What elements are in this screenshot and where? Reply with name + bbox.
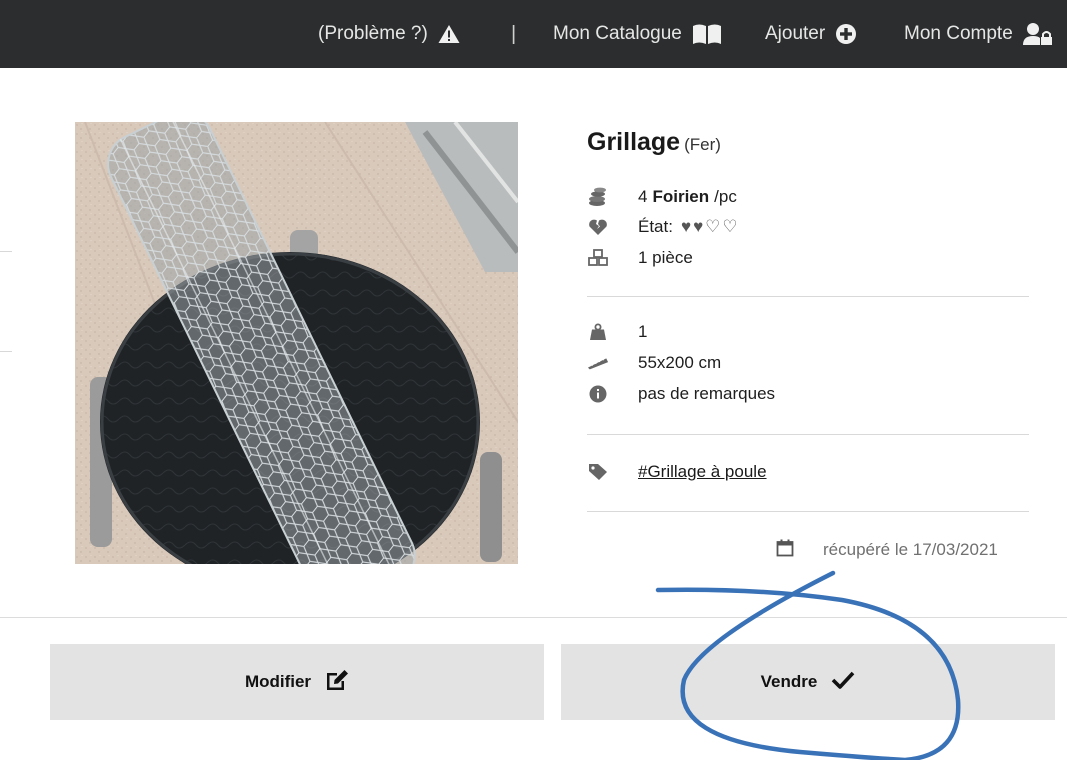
info-icon <box>587 384 609 404</box>
catalogue-link[interactable]: Mon Catalogue <box>553 0 722 68</box>
warning-icon <box>438 24 460 44</box>
top-navigation-bar: (Problème ?) | Mon Catalogue Ajouter Mon… <box>0 0 1067 68</box>
price-amount: 4 <box>638 187 648 206</box>
book-icon <box>692 23 722 45</box>
catalogue-label: Mon Catalogue <box>553 23 682 44</box>
heart-broken-icon <box>587 217 609 237</box>
edit-icon <box>325 669 349 696</box>
remarks-row: pas de remarques <box>587 382 775 406</box>
coins-icon <box>587 187 609 207</box>
price-row: 4 Foirien /pc <box>587 185 737 209</box>
sell-label: Vendre <box>760 672 818 691</box>
page-divider <box>0 617 1067 618</box>
heart-empty-icon: ♡ <box>722 217 738 236</box>
problem-label: (Problème ?) <box>318 23 428 44</box>
dimensions-row: 55x200 cm <box>587 351 721 375</box>
product-material: (Fer) <box>684 135 721 154</box>
sell-button[interactable]: Vendre <box>561 644 1055 720</box>
condition-label: État: <box>638 217 673 236</box>
recovered-date: récupéré le 17/03/2021 <box>823 540 998 559</box>
check-icon <box>831 671 855 694</box>
section-divider <box>587 434 1029 435</box>
dimensions-value: 55x200 cm <box>638 353 722 372</box>
add-label: Ajouter <box>765 23 826 44</box>
add-link[interactable]: Ajouter <box>765 0 857 68</box>
nav-separator: | <box>511 22 517 45</box>
heart-empty-icon: ♡ <box>705 217 721 236</box>
cubes-icon <box>587 248 609 268</box>
quantity-value: 1 pièce <box>638 248 693 267</box>
account-label: Mon Compte <box>904 23 1013 44</box>
section-divider <box>587 511 1029 512</box>
remarks-value: pas de remarques <box>638 384 776 403</box>
user-lock-icon <box>1022 22 1053 46</box>
weight-row: 1 <box>587 320 647 344</box>
account-link[interactable]: Mon Compte <box>904 0 1053 68</box>
problem-report-link[interactable]: (Problème ?) <box>318 0 460 68</box>
product-name: Grillage <box>587 128 681 156</box>
left-panel-divider <box>0 251 12 252</box>
product-photo <box>75 122 518 564</box>
condition-rating: ♥ ♥ ♡ ♡ <box>681 217 738 237</box>
price-unit: /pc <box>714 187 737 206</box>
plus-circle-icon <box>835 23 857 45</box>
section-divider <box>587 296 1029 297</box>
product-title: Grillage (Fer) <box>587 128 721 157</box>
recovered-date-row: récupéré le 17/03/2021 <box>776 538 998 562</box>
modify-button[interactable]: Modifier <box>50 644 544 720</box>
modify-label: Modifier <box>244 672 312 691</box>
tag-icon <box>587 462 609 482</box>
heart-full-icon: ♥ <box>680 217 692 236</box>
tag-link[interactable]: #Grillage à poule <box>638 462 767 482</box>
left-panel-divider <box>0 351 12 352</box>
quantity-row: 1 pièce <box>587 246 693 270</box>
price-currency: Foirien <box>652 187 710 206</box>
weight-icon <box>587 322 609 342</box>
weight-value: 1 <box>638 322 648 341</box>
condition-row: État: ♥ ♥ ♡ ♡ <box>587 215 738 239</box>
ruler-icon <box>587 353 609 373</box>
calendar-icon <box>776 539 794 562</box>
tag-row: #Grillage à poule <box>587 460 767 484</box>
heart-full-icon: ♥ <box>693 217 704 236</box>
